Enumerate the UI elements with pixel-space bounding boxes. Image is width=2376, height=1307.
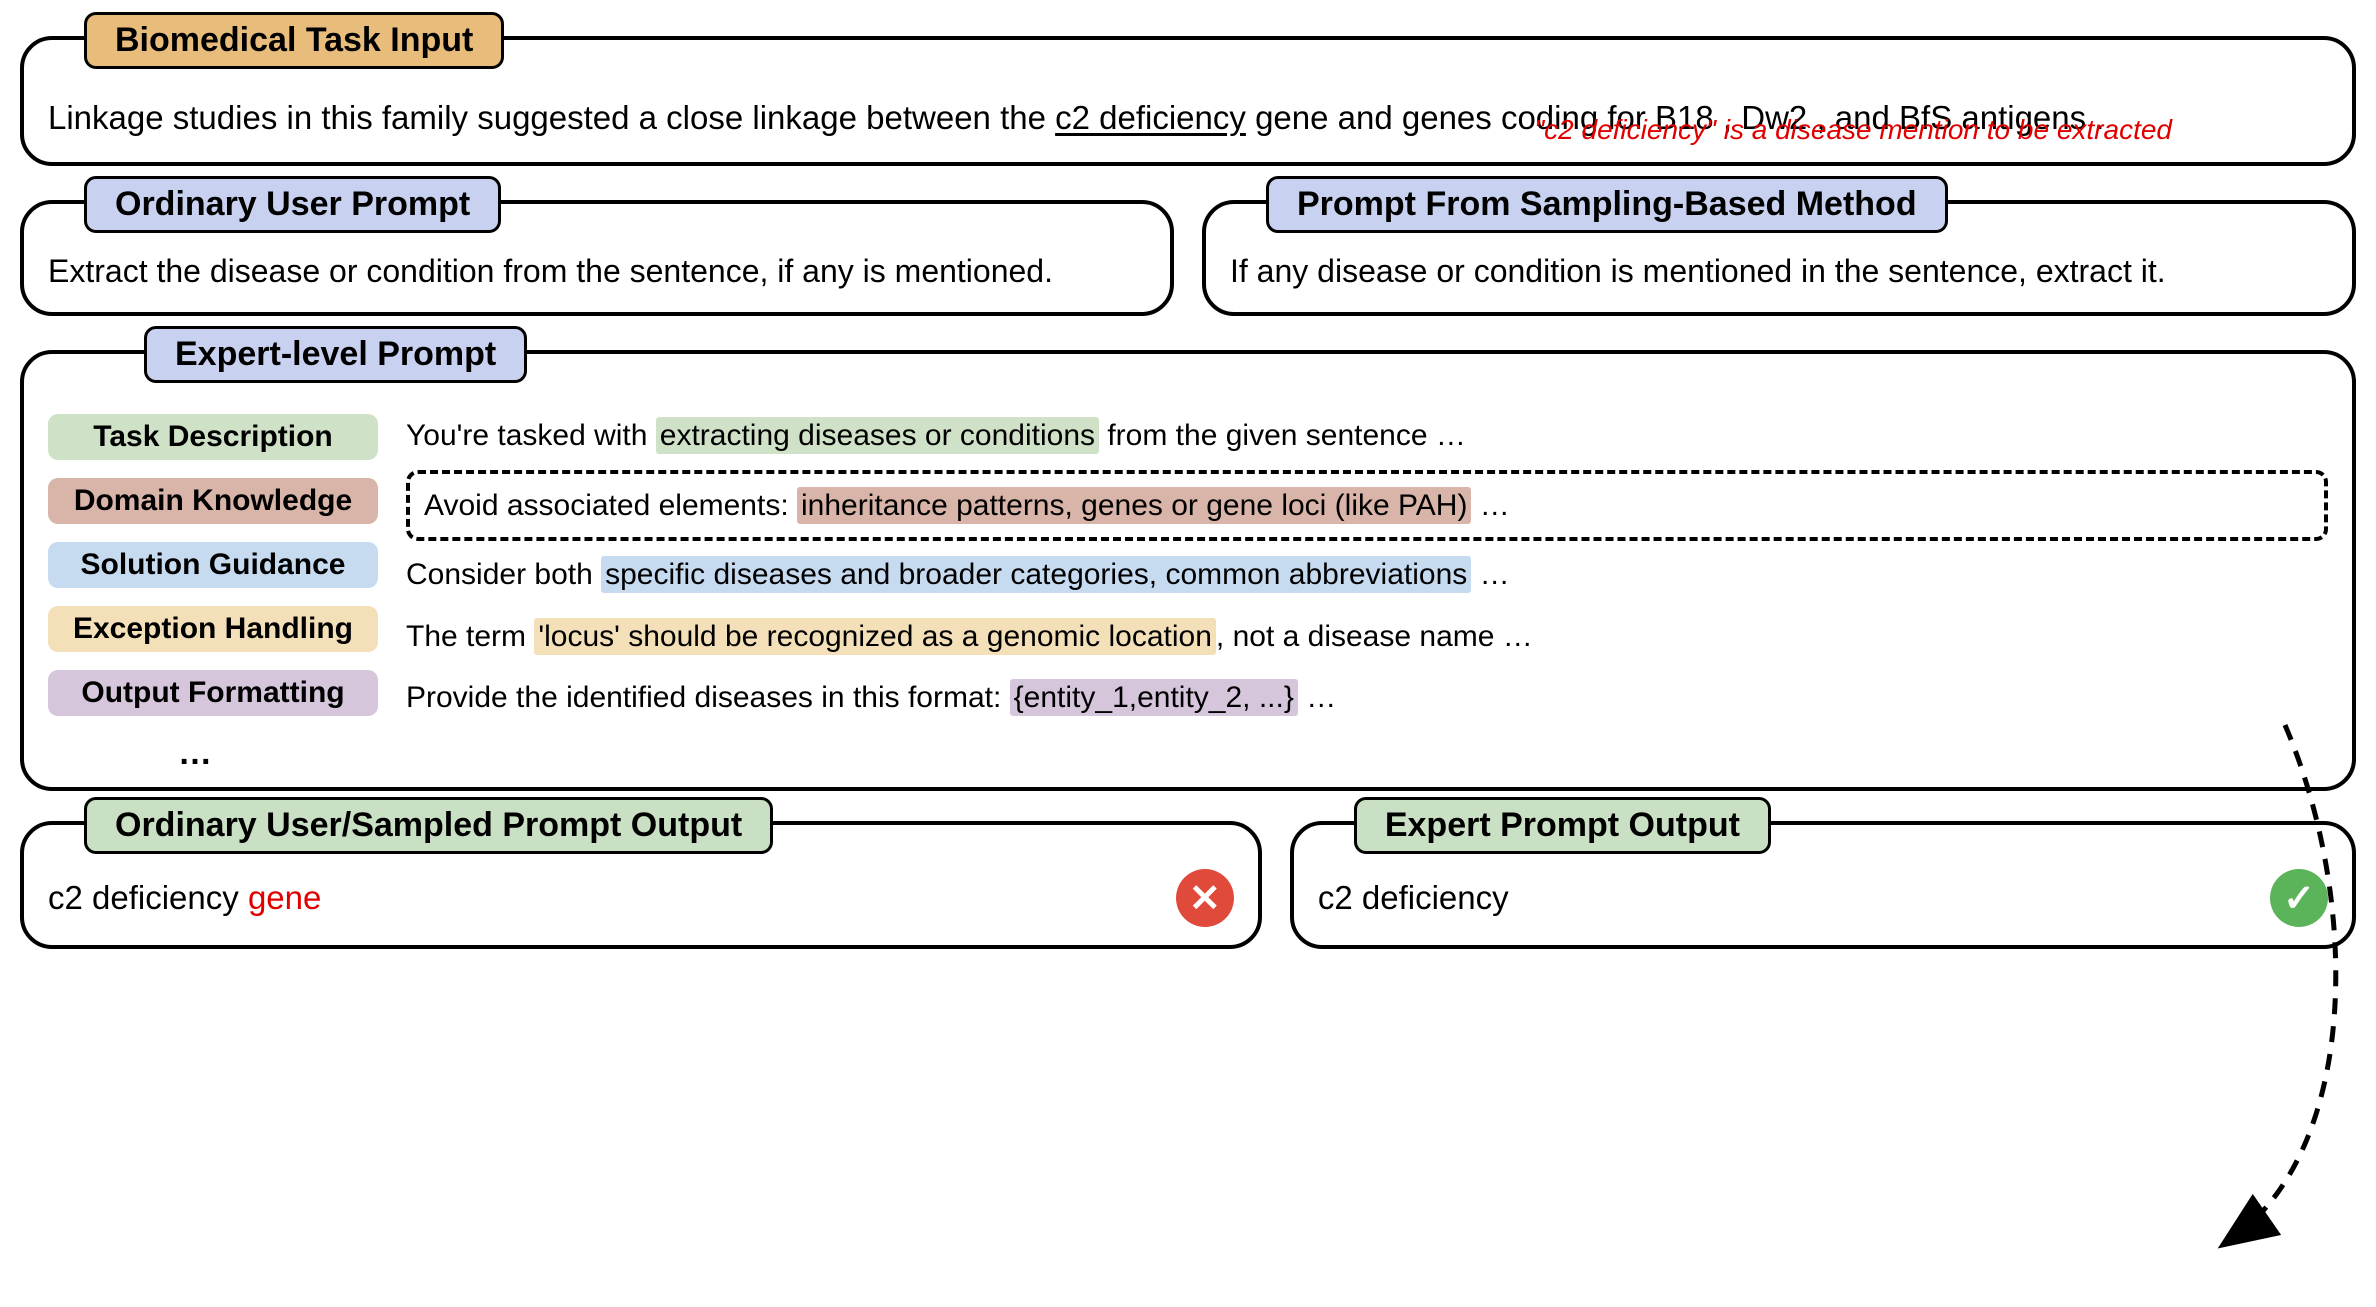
ordinary-output-row: c2 deficiency gene ✕: [48, 869, 1234, 927]
expert-output-badge: Expert Prompt Output: [1354, 797, 1771, 854]
ordinary-user-prompt-panel: Ordinary User Prompt Extract the disease…: [20, 200, 1174, 316]
expert-rows-container: Task Description Domain Knowledge Soluti…: [48, 414, 2328, 773]
expert-legend-column: Task Description Domain Knowledge Soluti…: [48, 414, 378, 773]
expert-prompt-badge: Expert-level Prompt: [144, 326, 527, 383]
expert-row-domain-dashed: Avoid associated elements: inheritance p…: [406, 470, 2328, 542]
exception-row-highlight: 'locus' should be recognized as a genomi…: [534, 618, 1216, 655]
sampling-prompt-panel: Prompt From Sampling-Based Method If any…: [1202, 200, 2356, 316]
legend-domain-knowledge: Domain Knowledge: [48, 478, 378, 524]
exception-row-pre: The term: [406, 620, 534, 653]
exception-row-post: , not a disease name …: [1216, 620, 1533, 653]
expert-output-text: c2 deficiency: [1318, 879, 1509, 917]
legend-output-formatting: Output Formatting: [48, 670, 378, 716]
task-text-before: Linkage studies in this family suggested…: [48, 99, 1055, 136]
biomedical-task-input-badge: Biomedical Task Input: [84, 12, 504, 69]
output-comparison-row: Ordinary User/Sampled Prompt Output c2 d…: [20, 821, 2356, 949]
expert-output-panel: Expert Prompt Output c2 deficiency ✓: [1290, 821, 2356, 949]
expert-prompt-panel: Expert-level Prompt Task Description Dom…: [20, 350, 2356, 791]
ordinary-output-panel: Ordinary User/Sampled Prompt Output c2 d…: [20, 821, 1262, 949]
cross-icon: ✕: [1176, 869, 1234, 927]
legend-ellipsis: …: [48, 734, 378, 773]
expert-output-row: c2 deficiency ✓: [1318, 869, 2328, 927]
task-annotation-note: "c2 deficiency" is a disease mention to …: [1534, 114, 2172, 146]
ordinary-output-text: c2 deficiency gene: [48, 879, 321, 917]
task-row-highlight: extracting diseases or conditions: [656, 417, 1099, 454]
output-row-highlight: {entity_1,entity_2, ...}: [1010, 679, 1298, 716]
domain-row-post: …: [1471, 489, 1509, 522]
ordinary-output-wrong-word: gene: [248, 879, 321, 916]
solution-row-pre: Consider both: [406, 558, 601, 591]
expert-text-column: You're tasked with extracting diseases o…: [406, 414, 2328, 773]
solution-row-highlight: specific diseases and broader categories…: [601, 556, 1471, 593]
expert-row-exception: The term 'locus' should be recognized as…: [406, 615, 2328, 659]
task-text-underlined: c2 deficiency: [1055, 99, 1246, 136]
legend-task-description: Task Description: [48, 414, 378, 460]
legend-exception-handling: Exception Handling: [48, 606, 378, 652]
check-icon: ✓: [2270, 869, 2328, 927]
solution-row-post: …: [1471, 558, 1509, 591]
sampling-prompt-badge: Prompt From Sampling-Based Method: [1266, 176, 1948, 233]
domain-row-highlight: inheritance patterns, genes or gene loci…: [797, 487, 1471, 524]
output-row-pre: Provide the identified diseases in this …: [406, 681, 1010, 714]
expert-row-task: You're tasked with extracting diseases o…: [406, 414, 2328, 458]
prompt-comparison-row: Ordinary User Prompt Extract the disease…: [20, 200, 2356, 316]
ordinary-output-badge: Ordinary User/Sampled Prompt Output: [84, 797, 773, 854]
expert-row-solution: Consider both specific diseases and broa…: [406, 553, 2328, 597]
legend-solution-guidance: Solution Guidance: [48, 542, 378, 588]
output-row-post: …: [1298, 681, 1336, 714]
task-row-post: from the given sentence …: [1099, 419, 1466, 452]
task-row-pre: You're tasked with: [406, 419, 656, 452]
ordinary-output-main: c2 deficiency: [48, 879, 248, 916]
expert-row-output: Provide the identified diseases in this …: [406, 676, 2328, 720]
ordinary-user-prompt-badge: Ordinary User Prompt: [84, 176, 501, 233]
biomedical-task-input-panel: Biomedical Task Input Linkage studies in…: [20, 36, 2356, 166]
ordinary-user-prompt-text: Extract the disease or condition from th…: [48, 248, 1146, 294]
sampling-prompt-text: If any disease or condition is mentioned…: [1230, 248, 2328, 294]
domain-row-pre: Avoid associated elements:: [424, 489, 797, 522]
